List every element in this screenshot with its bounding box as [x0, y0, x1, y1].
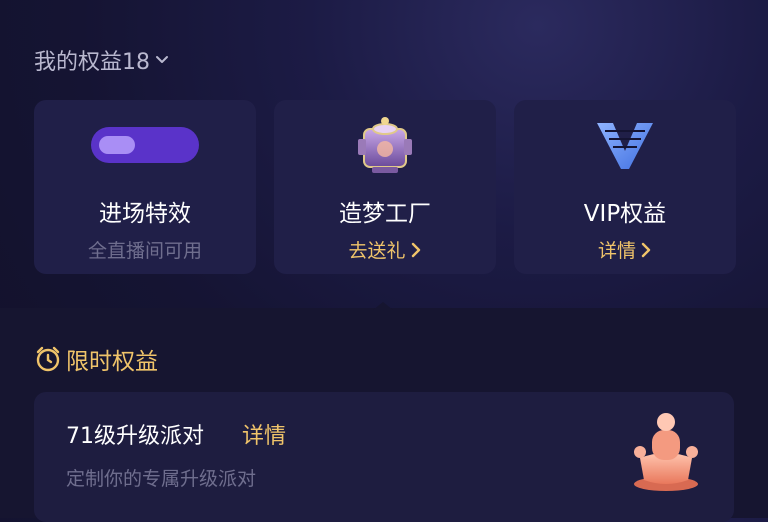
trophy-icon	[634, 413, 698, 491]
rights-header-label: 我的权益18	[34, 50, 150, 75]
chevron-right-icon	[411, 242, 420, 257]
vip-detail-link[interactable]: 详情	[598, 236, 652, 263]
dream-factory-icon	[358, 117, 412, 173]
send-gift-link[interactable]: 去送礼	[348, 236, 421, 263]
party-detail-link[interactable]: 详情	[242, 418, 286, 450]
card-dream-factory[interactable]: 造梦工厂 去送礼	[274, 100, 496, 274]
card-dream-factory-title: 造梦工厂	[339, 201, 431, 227]
party-title: 71级升级派对	[66, 424, 204, 449]
alarm-clock-icon	[36, 346, 60, 372]
limited-header: 限时权益	[34, 342, 158, 376]
limited-title: 限时权益	[66, 349, 158, 375]
card-entry-effect-title: 进场特效	[99, 201, 191, 227]
card-entry-effect-subtitle: 全直播间可用	[87, 240, 202, 262]
party-subtitle: 定制你的专属升级派对	[66, 468, 257, 490]
section-pointer	[373, 302, 393, 310]
toggle-effect-icon	[91, 127, 199, 163]
rights-header[interactable]: 我的权益18	[34, 44, 170, 76]
chevron-right-icon	[641, 242, 651, 257]
card-vip-title: VIP权益	[583, 201, 667, 227]
party-card[interactable]: 71级升级派对 详情 定制你的专属升级派对	[34, 392, 734, 522]
send-gift-label: 去送礼	[348, 240, 406, 262]
card-vip[interactable]: VIP权益 详情	[514, 100, 736, 274]
card-entry-effect[interactable]: 进场特效 全直播间可用	[34, 100, 256, 274]
chevron-down-icon	[156, 56, 168, 63]
vip-detail-label: 详情	[597, 240, 636, 262]
vip-v-logo	[597, 123, 653, 169]
